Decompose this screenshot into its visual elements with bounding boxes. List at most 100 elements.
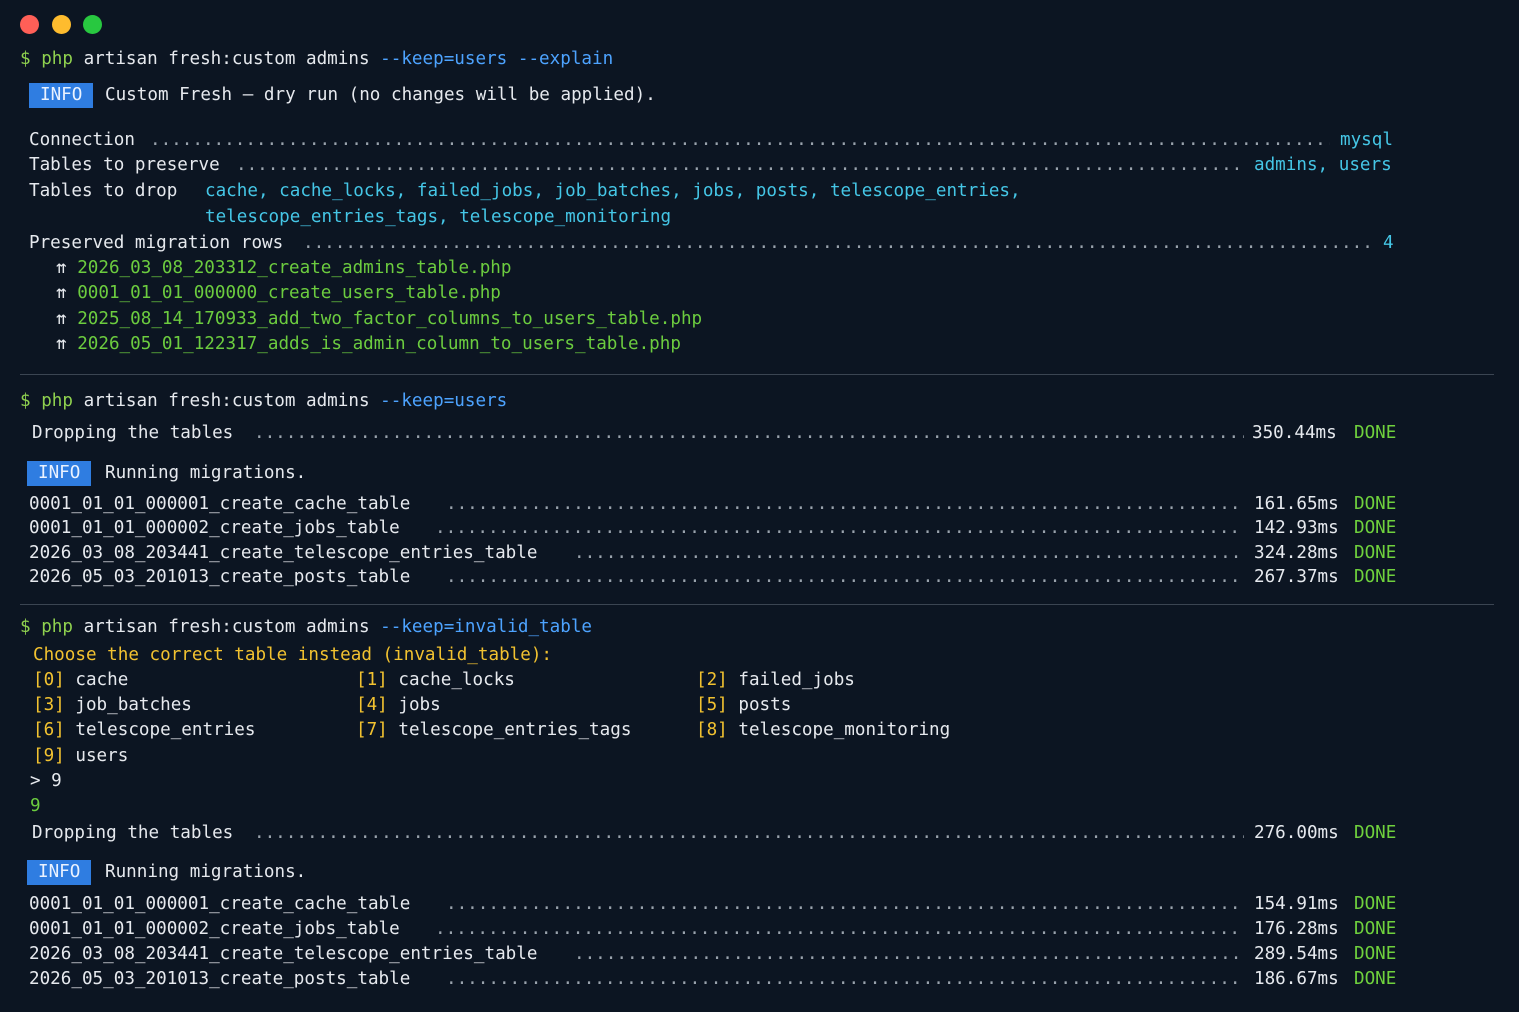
leader-dots: ........................................… <box>254 823 1244 843</box>
migration-time: 161.65ms <box>1254 494 1339 514</box>
migration-name: 0001_01_01_000002_create_jobs_table <box>29 518 400 538</box>
divider <box>20 604 1494 605</box>
migration-time: 289.54ms <box>1254 944 1339 964</box>
status-done: DONE <box>1354 823 1397 843</box>
connection-value: mysql <box>1340 130 1393 150</box>
terminal-window[interactable]: $ php artisan fresh:custom admins --keep… <box>0 0 1519 1012</box>
choice-option[interactable]: [1] cache_locks <box>356 669 515 691</box>
preserved-migration: ⇈ 2026_03_08_203312_create_admins_table.… <box>56 258 512 278</box>
migration-name: 0001_01_01_000002_create_jobs_table <box>29 919 400 939</box>
command-line: $ php artisan fresh:custom admins --keep… <box>20 390 507 412</box>
migration-name: 0001_01_01_000001_create_cache_table <box>29 494 411 514</box>
rows-label: Preserved migration rows <box>29 233 284 253</box>
info-message: Running migrations. <box>105 463 307 483</box>
status-done: DONE <box>1354 969 1397 989</box>
status-done: DONE <box>1354 518 1397 538</box>
leader-dots: ........................................… <box>303 233 1375 253</box>
connection-label: Connection <box>29 130 135 150</box>
prompt-symbol: $ <box>20 617 31 637</box>
dropping-label: Dropping the tables <box>32 823 234 843</box>
command-line: $ php artisan fresh:custom admins --keep… <box>20 48 613 70</box>
selected-answer: 9 <box>30 796 41 816</box>
divider <box>20 374 1494 375</box>
maximize-button[interactable] <box>83 15 102 34</box>
migration-time: 142.93ms <box>1254 518 1339 538</box>
leader-dots: ........................................… <box>446 969 1244 989</box>
command-options: --keep=invalid_table <box>380 617 593 637</box>
minimize-button[interactable] <box>52 15 71 34</box>
arrows-up-icon: ⇈ <box>56 334 67 354</box>
arrows-up-icon: ⇈ <box>56 309 67 329</box>
command-line: $ php artisan fresh:custom admins --keep… <box>20 616 592 638</box>
choice-option[interactable]: [6] telescope_entries <box>33 719 255 741</box>
status-done: DONE <box>1354 423 1397 443</box>
migration-time: 267.37ms <box>1254 567 1339 587</box>
status-done: DONE <box>1354 494 1397 514</box>
dropping-label: Dropping the tables <box>32 423 234 443</box>
command-options: --keep=users <box>380 391 508 411</box>
status-done: DONE <box>1354 919 1397 939</box>
migration-time: 324.28ms <box>1254 543 1339 563</box>
choice-question: Choose the correct table instead (invali… <box>33 645 553 665</box>
leader-dots: ........................................… <box>446 894 1244 914</box>
preserved-migration: ⇈ 2025_08_14_170933_add_two_factor_colum… <box>56 309 703 329</box>
command-text: artisan fresh:custom admins <box>83 617 370 637</box>
drop-tables-line2: telescope_entries_tags, telescope_monito… <box>205 207 672 227</box>
command-options: --keep=users --explain <box>380 49 614 69</box>
migration-name: 2026_03_08_203441_create_telescope_entri… <box>29 944 538 964</box>
choice-option[interactable]: [5] posts <box>696 694 791 716</box>
leader-dots: ........................................… <box>435 518 1244 538</box>
migration-name: 2026_05_03_201013_create_posts_table <box>29 567 411 587</box>
info-message: Custom Fresh — dry run (no changes will … <box>105 85 656 105</box>
leader-dots: ........................................… <box>446 494 1244 514</box>
migration-name: 0001_01_01_000001_create_cache_table <box>29 894 411 914</box>
leader-dots: ........................................… <box>446 567 1244 587</box>
close-button[interactable] <box>20 15 39 34</box>
arrows-up-icon: ⇈ <box>56 283 67 303</box>
info-badge: INFO <box>27 860 92 885</box>
info-badge: INFO <box>27 461 92 486</box>
leader-dots: ........................................… <box>150 130 1330 150</box>
status-done: DONE <box>1354 567 1397 587</box>
drop-tables-line1: cache, cache_locks, failed_jobs, job_bat… <box>205 181 1021 201</box>
command-php: php <box>41 49 73 69</box>
choice-option[interactable]: [2] failed_jobs <box>696 669 855 691</box>
dropping-time: 350.44ms <box>1252 423 1337 443</box>
migration-time: 154.91ms <box>1254 894 1339 914</box>
leader-dots: ........................................… <box>254 423 1244 443</box>
drop-label: Tables to drop <box>29 181 178 201</box>
command-text: artisan fresh:custom admins <box>83 391 370 411</box>
choice-option[interactable]: [9] users <box>33 745 128 767</box>
migration-time: 186.67ms <box>1254 969 1339 989</box>
leader-dots: ........................................… <box>236 155 1244 175</box>
migration-time: 176.28ms <box>1254 919 1339 939</box>
choice-option[interactable]: [4] jobs <box>356 694 441 716</box>
rows-count: 4 <box>1383 233 1394 253</box>
leader-dots: ........................................… <box>574 944 1244 964</box>
leader-dots: ........................................… <box>435 919 1244 939</box>
preserved-migration: ⇈ 0001_01_01_000000_create_users_table.p… <box>56 283 501 303</box>
arrows-up-icon: ⇈ <box>56 258 67 278</box>
input-prompt[interactable]: > 9 <box>30 770 62 792</box>
migration-name: 2026_05_03_201013_create_posts_table <box>29 969 411 989</box>
info-message: Running migrations. <box>105 862 307 882</box>
command-text: artisan fresh:custom admins <box>83 49 370 69</box>
choice-option[interactable]: [7] telescope_entries_tags <box>356 719 631 741</box>
status-done: DONE <box>1354 543 1397 563</box>
preserved-migration: ⇈ 2026_05_01_122317_adds_is_admin_column… <box>56 334 681 354</box>
command-php: php <box>41 391 73 411</box>
dropping-time: 276.00ms <box>1254 823 1339 843</box>
preserve-value: admins, users <box>1254 155 1392 175</box>
status-done: DONE <box>1354 944 1397 964</box>
status-done: DONE <box>1354 894 1397 914</box>
preserve-label: Tables to preserve <box>29 155 220 175</box>
info-badge: INFO <box>29 83 94 108</box>
choice-option[interactable]: [0] cache <box>33 669 128 691</box>
prompt-symbol: $ <box>20 391 31 411</box>
prompt-symbol: $ <box>20 49 31 69</box>
choice-option[interactable]: [3] job_batches <box>33 694 192 716</box>
command-php: php <box>41 617 73 637</box>
leader-dots: ........................................… <box>574 543 1244 563</box>
migration-name: 2026_03_08_203441_create_telescope_entri… <box>29 543 538 563</box>
choice-option[interactable]: [8] telescope_monitoring <box>696 719 950 741</box>
